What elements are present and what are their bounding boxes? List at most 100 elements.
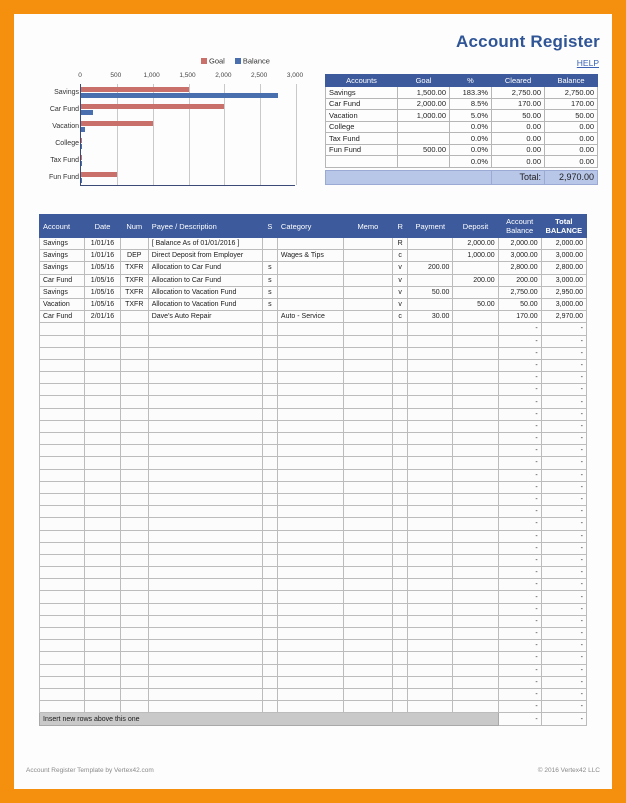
register-cell-memo[interactable] xyxy=(342,566,394,580)
register-cell-deposit[interactable] xyxy=(452,444,499,458)
register-cell-deposit[interactable] xyxy=(452,322,499,336)
register-cell-total-balance[interactable]: - xyxy=(540,505,588,519)
register-cell-acct-balance[interactable]: - xyxy=(497,431,542,446)
register-cell-num[interactable] xyxy=(119,505,149,519)
register-cell-memo[interactable] xyxy=(342,614,394,629)
register-cell-deposit[interactable] xyxy=(452,675,499,689)
register-cell-num[interactable] xyxy=(119,578,149,592)
register-cell-payment[interactable]: 50.00 xyxy=(407,285,454,299)
register-cell-acct-balance[interactable]: - xyxy=(497,395,542,409)
summary-cell-goal[interactable] xyxy=(397,155,450,168)
register-cell-category[interactable] xyxy=(276,566,344,580)
register-cell-category[interactable] xyxy=(276,407,344,421)
register-cell-acct-balance[interactable]: 170.00 xyxy=(497,310,542,324)
register-cell-memo[interactable] xyxy=(342,371,394,385)
register-cell-date[interactable] xyxy=(84,383,121,397)
register-cell-payee[interactable]: Allocation to Vacation Fund xyxy=(147,285,263,299)
register-cell-acct-balance[interactable]: 2,750.00 xyxy=(497,285,542,299)
register-cell-payment[interactable] xyxy=(407,334,454,348)
register-cell-num[interactable] xyxy=(119,371,149,385)
register-cell-payment[interactable] xyxy=(407,566,454,580)
register-cell-payment[interactable] xyxy=(407,492,454,507)
register-cell-account[interactable] xyxy=(38,322,86,336)
register-cell-memo[interactable] xyxy=(342,541,394,555)
register-cell-r[interactable] xyxy=(392,480,409,494)
register-cell-total-balance[interactable]: - xyxy=(540,334,588,348)
summary-cell-goal[interactable] xyxy=(397,120,450,133)
register-cell-account[interactable] xyxy=(38,517,86,531)
register-cell-payment[interactable] xyxy=(407,626,454,641)
register-cell-category[interactable] xyxy=(276,553,344,568)
register-cell-num[interactable] xyxy=(119,395,149,409)
register-cell-category[interactable] xyxy=(276,529,344,543)
summary-cell-goal[interactable] xyxy=(397,132,450,145)
register-cell-num[interactable] xyxy=(119,310,149,324)
register-cell-total-balance[interactable]: 2,970.00 xyxy=(540,310,588,324)
register-cell-account[interactable] xyxy=(38,480,86,494)
register-cell-date[interactable] xyxy=(84,675,121,689)
register-cell-payee[interactable] xyxy=(147,407,263,421)
register-cell-payee[interactable] xyxy=(147,517,263,531)
register-cell-date[interactable] xyxy=(84,419,121,434)
summary-cell-balance[interactable]: 50.00 xyxy=(544,109,598,122)
register-cell-account[interactable]: Savings xyxy=(38,236,86,251)
register-cell-num[interactable] xyxy=(119,639,149,653)
register-cell-acct-balance[interactable]: - xyxy=(497,322,542,336)
register-cell-total-balance[interactable]: - xyxy=(540,456,588,470)
summary-cell-pct[interactable]: 0.0% xyxy=(449,120,492,133)
register-cell-total-balance[interactable]: - xyxy=(540,358,588,373)
register-cell-s[interactable] xyxy=(261,566,278,580)
register-cell-r[interactable] xyxy=(392,322,409,336)
register-cell-s[interactable] xyxy=(261,444,278,458)
summary-cell-account[interactable] xyxy=(325,155,398,168)
register-cell-account[interactable]: Savings xyxy=(38,285,86,299)
summary-cell-cleared[interactable]: 0.00 xyxy=(491,120,545,133)
register-cell-r[interactable] xyxy=(392,614,409,629)
summary-cell-cleared[interactable]: 0.00 xyxy=(491,132,545,145)
register-cell-payment[interactable]: 200.00 xyxy=(407,261,454,275)
register-cell-num[interactable]: DEP xyxy=(119,249,149,263)
register-cell-date[interactable] xyxy=(84,505,121,519)
register-cell-payment[interactable] xyxy=(407,675,454,689)
register-cell-payee[interactable]: [ Balance As of 01/01/2016 ] xyxy=(147,236,263,251)
register-cell-num[interactable] xyxy=(119,614,149,629)
register-cell-date[interactable]: 1/01/16 xyxy=(84,249,121,263)
register-cell-payee[interactable] xyxy=(147,675,263,689)
register-cell-r[interactable] xyxy=(392,700,409,714)
register-cell-memo[interactable] xyxy=(342,346,394,360)
register-cell-total-balance[interactable]: - xyxy=(540,468,588,482)
register-cell-memo[interactable] xyxy=(342,285,394,299)
register-cell-payee[interactable]: Allocation to Vacation Fund xyxy=(147,297,263,312)
summary-cell-goal[interactable]: 1,000.00 xyxy=(397,109,450,122)
register-cell-s[interactable]: s xyxy=(261,273,278,287)
register-cell-num[interactable] xyxy=(119,419,149,434)
register-cell-s[interactable] xyxy=(261,431,278,446)
register-cell-payee[interactable] xyxy=(147,456,263,470)
register-cell-memo[interactable] xyxy=(342,395,394,409)
register-cell-memo[interactable] xyxy=(342,249,394,263)
register-cell-num[interactable] xyxy=(119,407,149,421)
register-cell-account[interactable] xyxy=(38,687,86,702)
register-cell-category[interactable] xyxy=(276,383,344,397)
register-cell-s[interactable] xyxy=(261,675,278,689)
register-cell-account[interactable] xyxy=(38,626,86,641)
register-cell-total-balance[interactable]: - xyxy=(540,566,588,580)
register-cell-deposit[interactable] xyxy=(452,456,499,470)
register-cell-payee[interactable]: Dave's Auto Repair xyxy=(147,310,263,324)
register-cell-payment[interactable] xyxy=(407,517,454,531)
register-cell-r[interactable] xyxy=(392,651,409,665)
register-cell-num[interactable] xyxy=(119,322,149,336)
register-cell-memo[interactable] xyxy=(342,431,394,446)
register-cell-category[interactable] xyxy=(276,663,344,677)
register-cell-date[interactable] xyxy=(84,553,121,568)
register-cell-acct-balance[interactable]: - xyxy=(497,663,542,677)
register-cell-s[interactable] xyxy=(261,517,278,531)
summary-cell-cleared[interactable]: 2,750.00 xyxy=(491,86,545,99)
register-cell-r[interactable] xyxy=(392,395,409,409)
register-cell-payee[interactable] xyxy=(147,444,263,458)
register-cell-payee[interactable] xyxy=(147,468,263,482)
register-cell-r[interactable] xyxy=(392,626,409,641)
summary-cell-cleared[interactable]: 0.00 xyxy=(491,143,545,156)
register-cell-deposit[interactable]: 1,000.00 xyxy=(452,249,499,263)
register-cell-deposit[interactable] xyxy=(452,602,499,616)
